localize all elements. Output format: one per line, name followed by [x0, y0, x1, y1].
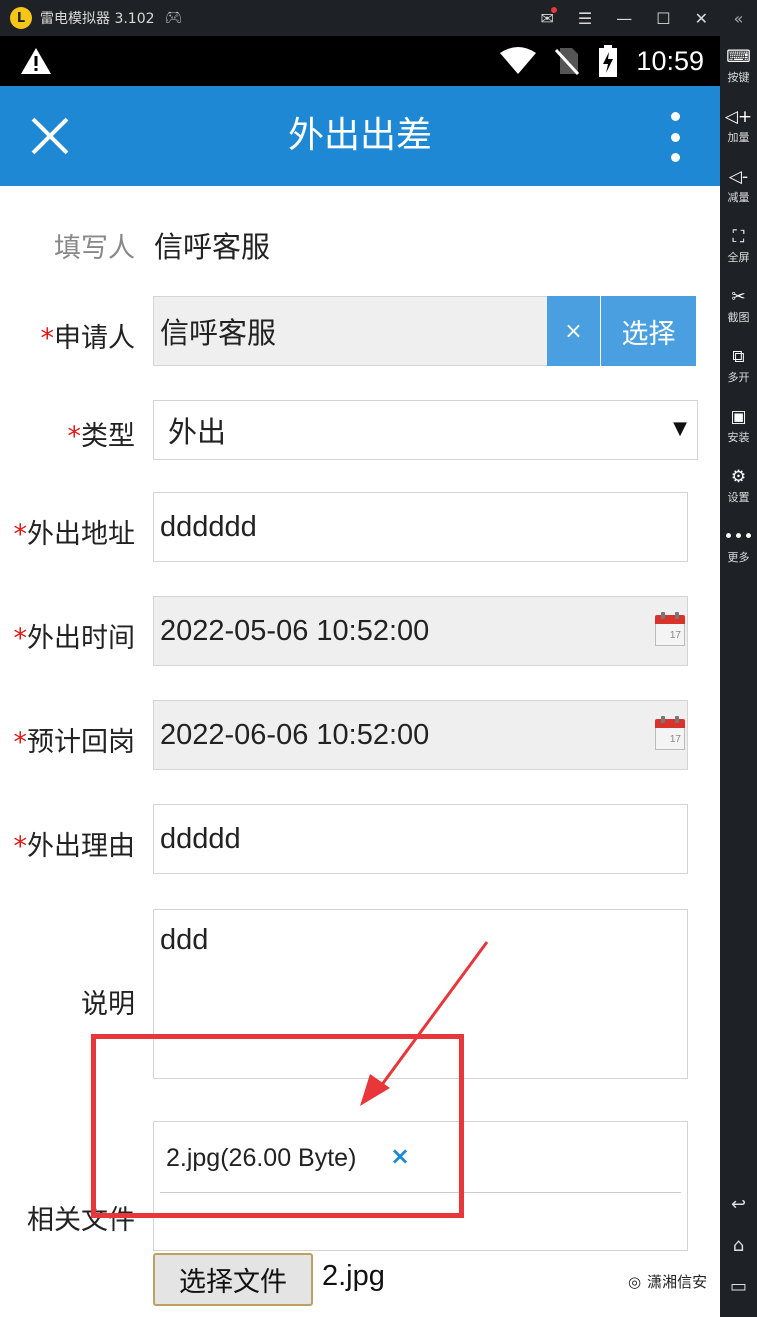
out-time-input[interactable]: 2022-05-06 10:52:00 17 — [153, 596, 688, 666]
gamepad-icon[interactable]: 🎮︎ — [165, 10, 183, 26]
choose-file-button[interactable]: 选择文件 — [153, 1253, 313, 1306]
sidebar-item-label: 减量 — [727, 191, 750, 204]
close-window-icon[interactable]: ✕ — [695, 9, 708, 28]
wechat-icon: ◎ — [628, 1272, 642, 1291]
watermark: ◎ 潇湘信安 — [628, 1272, 708, 1292]
back-icon[interactable]: ↩ — [731, 1194, 746, 1215]
sidebar-item-label: 加量 — [727, 131, 750, 144]
volume-down-icon: ◁- — [728, 167, 749, 187]
gear-icon: ⚙ — [730, 467, 747, 487]
keyboard-icon: ⌨ — [726, 47, 751, 67]
chevron-down-icon: ▼ — [673, 418, 687, 439]
sidebar-item-more[interactable]: ••• 更多 — [720, 516, 757, 576]
remove-file-icon[interactable]: × — [390, 1142, 410, 1170]
reason-input[interactable]: ddddd — [153, 804, 688, 874]
status-bar: 10:59 — [0, 36, 720, 86]
sidebar-item-volume-down[interactable]: ◁- 减量 — [720, 156, 757, 216]
home-icon[interactable]: ⌂ — [733, 1235, 744, 1256]
more-icon: ••• — [723, 527, 754, 547]
multi-open-icon: ⧉ — [732, 347, 745, 367]
applicant-label: *申请人 — [40, 323, 136, 354]
clear-applicant-button[interactable]: × — [547, 296, 600, 366]
sidebar-item-gear[interactable]: ⚙ 设置 — [720, 456, 757, 516]
menu-icon[interactable]: ☰ — [578, 9, 592, 28]
sidebar-item-multi-open[interactable]: ⧉ 多开 — [720, 336, 757, 396]
sidebar-item-label: 设置 — [727, 491, 750, 504]
sidebar-item-label: 更多 — [727, 551, 750, 564]
sidebar-item-label: 全屏 — [727, 251, 750, 264]
calendar-icon[interactable]: 17 — [655, 612, 685, 647]
app-header: 外出出差 — [0, 86, 720, 186]
no-sim-icon — [555, 48, 580, 76]
wifi-icon — [500, 47, 537, 74]
mail-icon[interactable]: ✉ — [541, 6, 558, 28]
page-title: 外出出差 — [287, 115, 432, 156]
filler-label: 填写人 — [54, 233, 135, 264]
address-label: *外出地址 — [13, 519, 136, 550]
sidebar-item-label: 安装 — [727, 431, 750, 444]
type-label: *类型 — [67, 421, 136, 452]
file-item[interactable]: 2.jpg(26.00 Byte) — [166, 1144, 356, 1173]
note-label: 说明 — [81, 989, 135, 1020]
emulator-title: 雷电模拟器 3.102 — [40, 11, 155, 27]
type-select[interactable]: 外出 ▼ — [153, 400, 698, 460]
volume-up-icon: ◁+ — [724, 107, 753, 127]
sidebar-item-label: 多开 — [727, 371, 750, 384]
out-time-label: *外出时间 — [13, 623, 136, 654]
maximize-icon[interactable]: ☐ — [656, 9, 670, 28]
minimize-icon[interactable]: — — [616, 9, 632, 28]
return-time-input[interactable]: 2022-06-06 10:52:00 17 — [153, 700, 688, 770]
recent-apps-icon[interactable]: ▭ — [730, 1276, 747, 1297]
emulator-titlebar: L 雷电模拟器 3.102 🎮︎ ✉ ☰ — ☐ ✕ — [0, 0, 720, 36]
emulator-sidebar: « ⌨ 按键 ◁+ 加量 ◁- 减量 ⛶ 全屏 ✂ 截图 ⧉ 多开 ▣ 安装 ⚙ 设置 ••• 更多 ↩ ⌂ ▭ — [720, 0, 757, 1317]
divider — [160, 1192, 681, 1193]
battery-charging-icon — [599, 45, 618, 77]
sidebar-item-apk-install[interactable]: ▣ 安装 — [720, 396, 757, 456]
chosen-file-name: 2.jpg — [322, 1260, 385, 1292]
return-time-label: *预计回岗 — [13, 727, 136, 758]
warning-icon — [21, 48, 51, 74]
sidebar-item-keyboard[interactable]: ⌨ 按键 — [720, 36, 757, 96]
collapse-sidebar-icon[interactable]: « — [720, 0, 757, 36]
files-label: 相关文件 — [27, 1205, 135, 1236]
sidebar-item-label: 截图 — [727, 311, 750, 324]
leave-form: 填写人 信呼客服 *申请人 信呼客服 × 选择 *类型 外出 ▼ *外出地址 d… — [0, 186, 720, 1317]
apk-install-icon: ▣ — [730, 407, 747, 427]
emulator-logo-icon: L — [10, 7, 32, 29]
filler-value: 信呼客服 — [154, 230, 271, 264]
file-list: 2.jpg(26.00 Byte) × — [153, 1121, 688, 1251]
fullscreen-icon: ⛶ — [732, 227, 745, 247]
address-input[interactable]: dddddd — [153, 492, 688, 562]
sidebar-item-fullscreen[interactable]: ⛶ 全屏 — [720, 216, 757, 276]
more-options-icon[interactable] — [670, 112, 680, 162]
sidebar-item-label: 按键 — [727, 71, 750, 84]
applicant-field[interactable]: 信呼客服 — [153, 296, 554, 366]
sidebar-item-scissors[interactable]: ✂ 截图 — [720, 276, 757, 336]
note-textarea[interactable]: ddd — [153, 909, 688, 1079]
choose-applicant-button[interactable]: 选择 — [601, 296, 696, 366]
calendar-icon[interactable]: 17 — [655, 716, 685, 751]
reason-label: *外出理由 — [13, 831, 136, 862]
scissors-icon: ✂ — [731, 287, 746, 307]
sidebar-item-volume-up[interactable]: ◁+ 加量 — [720, 96, 757, 156]
clock: 10:59 — [636, 45, 704, 76]
